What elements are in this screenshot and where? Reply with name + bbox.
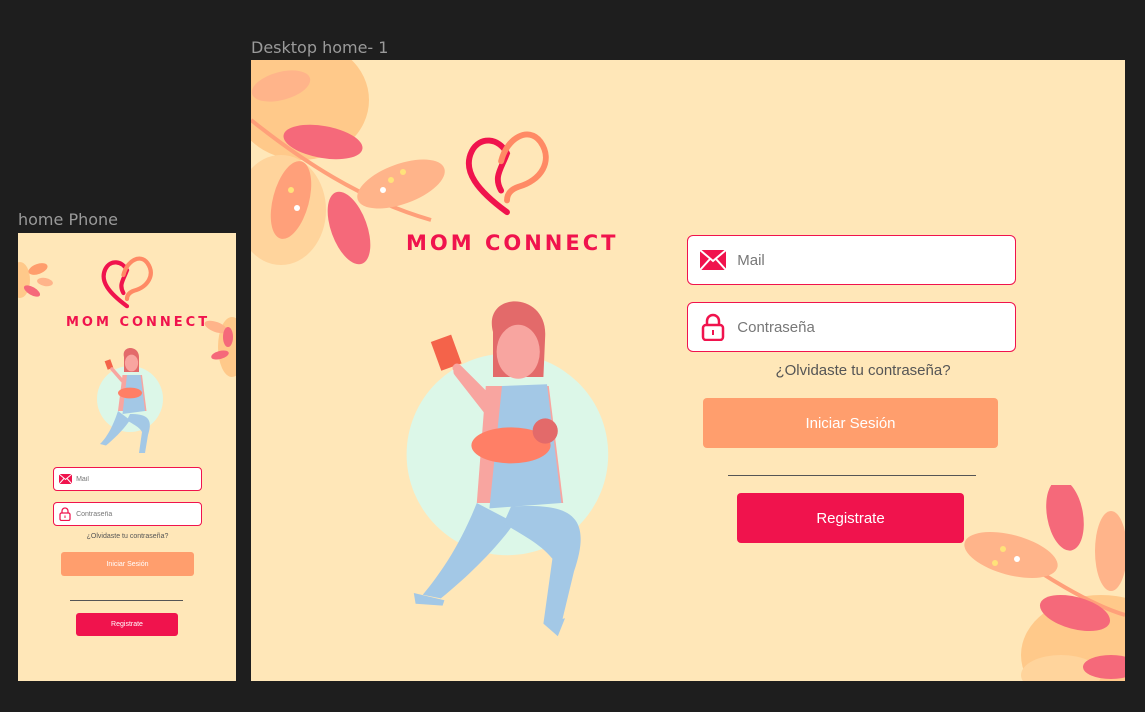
desktop-frame-label: Desktop home- 1 xyxy=(251,38,389,57)
mother-illustration xyxy=(97,348,163,453)
phone-frame: MOM CONNECT ¿Olvidaste tu contraseña? In… xyxy=(18,233,236,681)
phone-frame-label: home Phone xyxy=(18,210,119,229)
password-input[interactable] xyxy=(76,510,201,518)
leaf-decoration-bottom-right xyxy=(964,485,1125,681)
register-button[interactable]: Registrate xyxy=(76,613,178,636)
login-button[interactable]: Iniciar Sesión xyxy=(703,398,998,448)
heart-logo-icon xyxy=(101,256,153,309)
password-field[interactable] xyxy=(687,302,1016,352)
register-button[interactable]: Registrate xyxy=(737,493,964,543)
divider xyxy=(70,600,183,601)
brand-name: MOM CONNECT xyxy=(66,315,211,330)
mail-input[interactable] xyxy=(737,251,1015,269)
forgot-password-link[interactable]: ¿Olvidaste tu contraseña? xyxy=(737,362,989,379)
leaf-decoration-top-left xyxy=(18,262,53,298)
desktop-frame: MOM CONNECT ¿Olvidaste tu contraseña? In… xyxy=(251,60,1125,681)
divider xyxy=(728,475,976,476)
mail-input[interactable] xyxy=(76,475,201,483)
mother-illustration xyxy=(406,301,609,637)
envelope-icon xyxy=(688,250,737,270)
mail-field[interactable] xyxy=(687,235,1016,285)
password-field[interactable] xyxy=(53,502,202,526)
lock-icon xyxy=(688,313,737,341)
mail-field[interactable] xyxy=(53,467,202,491)
lock-icon xyxy=(54,507,76,521)
brand-name: MOM CONNECT xyxy=(406,231,619,255)
forgot-password-link[interactable]: ¿Olvidaste tu contraseña? xyxy=(53,533,202,540)
password-input[interactable] xyxy=(737,318,1015,336)
login-button[interactable]: Iniciar Sesión xyxy=(61,552,194,576)
envelope-icon xyxy=(54,474,76,484)
heart-logo-icon xyxy=(465,131,549,216)
